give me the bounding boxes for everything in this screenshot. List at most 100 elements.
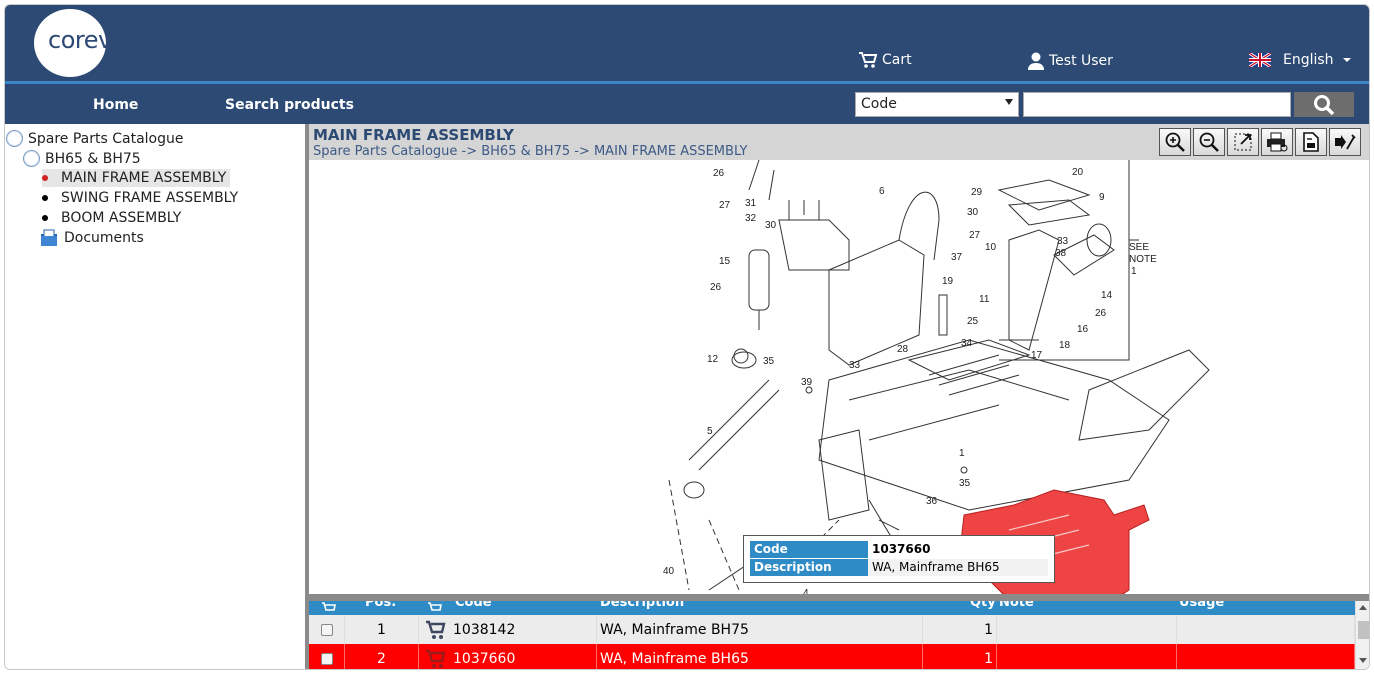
tree-root[interactable]: Spare Parts Catalogue [6, 130, 184, 147]
row-checkbox[interactable] [320, 623, 333, 636]
callout-label[interactable]: 12 [707, 354, 719, 365]
callout-label[interactable]: 14 [1101, 290, 1113, 301]
callout-label[interactable]: 36 [926, 496, 938, 507]
tree-item-boom[interactable]: BOOM ASSEMBLY [42, 210, 181, 226]
table-row[interactable]: 1 1038142 WA, Mainframe BH75 1 [309, 615, 1355, 644]
callout-label[interactable]: 38 [1055, 248, 1067, 259]
callout-label[interactable]: SEE [1129, 242, 1149, 253]
callout-label[interactable]: 26 [1095, 308, 1107, 319]
tree-item-swing-frame[interactable]: SWING FRAME ASSEMBLY [42, 190, 238, 206]
user-icon [1028, 52, 1044, 70]
cell-usage [1177, 615, 1355, 644]
search-input[interactable] [1023, 92, 1291, 117]
callout-label[interactable]: 15 [719, 256, 731, 267]
zoom-out-icon [1199, 132, 1219, 152]
grid-scrollbar[interactable] [1355, 601, 1369, 669]
callout-label[interactable]: 35 [959, 478, 971, 489]
callout-label[interactable]: 5 [707, 426, 713, 437]
drawing-grid-splitter[interactable] [309, 594, 1369, 601]
callout-label[interactable]: 18 [1059, 340, 1071, 351]
callout-label[interactable]: 19 [942, 276, 954, 287]
user-label: Test User [1049, 53, 1113, 69]
cart-label: Cart [882, 52, 912, 68]
search-icon [1314, 94, 1335, 115]
breadcrumb: Spare Parts Catalogue -> BH65 & BH75 -> … [313, 144, 748, 159]
callout-label[interactable]: 34 [961, 338, 973, 349]
scroll-up-icon[interactable] [1359, 605, 1367, 610]
callout-label[interactable]: 11 [979, 294, 990, 305]
nav-search-products[interactable]: Search products [225, 97, 354, 113]
bullet-icon [42, 215, 48, 221]
cell-description: WA, Mainframe BH65 [597, 644, 923, 669]
cart-icon [859, 52, 878, 68]
zoom-out-button[interactable] [1193, 128, 1225, 156]
add-to-cart-icon[interactable] [425, 649, 447, 669]
callout-label[interactable]: 37 [951, 252, 963, 263]
scroll-down-icon[interactable] [1359, 658, 1367, 663]
callout-label[interactable]: 6 [879, 186, 885, 197]
callout-label[interactable]: 32 [745, 213, 757, 224]
top-header: corevist Cart Test User English [5, 5, 1369, 81]
callout-label[interactable]: 1 [1131, 266, 1137, 277]
callout-label[interactable]: 28 [897, 344, 909, 355]
drawing-tools [1159, 128, 1361, 156]
callout-label[interactable]: 30 [765, 220, 777, 231]
add-to-cart-icon[interactable] [425, 620, 447, 640]
content-toolbar: MAIN FRAME ASSEMBLY Spare Parts Catalogu… [309, 124, 1369, 160]
callout-label[interactable]: 16 [1077, 324, 1089, 335]
uk-flag-icon [1249, 53, 1271, 67]
callout-label[interactable]: 9 [1099, 192, 1105, 203]
app-window: corevist Cart Test User English Home Sea… [4, 4, 1370, 670]
callout-label[interactable]: 27 [719, 200, 731, 211]
tree-item-main-frame[interactable]: MAIN FRAME ASSEMBLY [42, 169, 231, 187]
callout-label[interactable]: 20 [1072, 167, 1084, 178]
settings-button[interactable] [1329, 128, 1361, 156]
callout-label[interactable]: 26 [713, 168, 725, 179]
user-menu[interactable]: Test User [1027, 51, 1113, 71]
table-row-selected[interactable]: 2 1037660 WA, Mainframe BH65 1 [309, 644, 1355, 669]
parts-diagram[interactable]: 26 20931276 2930322730333810 SEENOTE115 3714… [309, 160, 1359, 594]
export-button[interactable] [1295, 128, 1327, 156]
tree-model[interactable]: BH65 & BH75 [23, 150, 141, 167]
cell-usage [1177, 644, 1355, 669]
callout-label[interactable]: NOTE [1129, 254, 1157, 265]
settings-icon [1335, 134, 1356, 150]
dropdown-arrow-icon [1005, 99, 1013, 105]
zoom-in-icon [1165, 132, 1185, 152]
callout-label[interactable]: 40 [663, 566, 675, 577]
print-button[interactable] [1261, 128, 1293, 156]
callout-label[interactable]: 1 [959, 448, 965, 459]
documents-icon [41, 229, 57, 246]
search-field-select[interactable]: Code [855, 92, 1019, 117]
callout-label[interactable]: 33 [849, 360, 861, 371]
cell-note [997, 615, 1177, 644]
callout-label[interactable]: 10 [985, 242, 997, 253]
node-circle-icon [6, 130, 23, 147]
callout-label[interactable]: 26 [710, 282, 722, 293]
scroll-thumb[interactable] [1358, 621, 1369, 639]
callout-label[interactable]: 17 [1031, 350, 1043, 361]
language-selector[interactable]: English [1249, 52, 1352, 68]
cell-description: WA, Mainframe BH75 [597, 615, 923, 644]
callout-label[interactable]: 33 [1057, 236, 1069, 247]
search-button[interactable] [1294, 92, 1354, 117]
print-icon [1267, 132, 1288, 152]
callout-label[interactable]: 29 [971, 187, 983, 198]
cell-qty: 1 [923, 644, 997, 669]
callout-label[interactable]: 39 [801, 377, 813, 388]
selected-bullet-icon [42, 175, 48, 181]
callout-label[interactable]: 30 [967, 207, 979, 218]
brand-logo[interactable]: corevist [34, 9, 139, 77]
tree-item-documents[interactable]: Documents [39, 228, 144, 248]
catalogue-tree: Spare Parts Catalogue BH65 & BH75 MAIN F… [5, 124, 305, 669]
zoom-in-button[interactable] [1159, 128, 1191, 156]
exploded-drawing[interactable]: 26 20 9 31 27 6 29 30 32 27 30 33 38 10 SEE NOTE 1 15 37 14… [309, 160, 1359, 594]
callout-label[interactable]: 35 [763, 356, 775, 367]
callout-label[interactable]: 25 [967, 316, 979, 327]
cart-link[interactable]: Cart [858, 51, 912, 69]
callout-label[interactable]: 31 [745, 198, 757, 209]
callout-label[interactable]: 27 [969, 230, 981, 241]
fit-screen-button[interactable] [1227, 128, 1259, 156]
nav-home[interactable]: Home [93, 97, 138, 113]
row-checkbox[interactable] [320, 652, 333, 665]
